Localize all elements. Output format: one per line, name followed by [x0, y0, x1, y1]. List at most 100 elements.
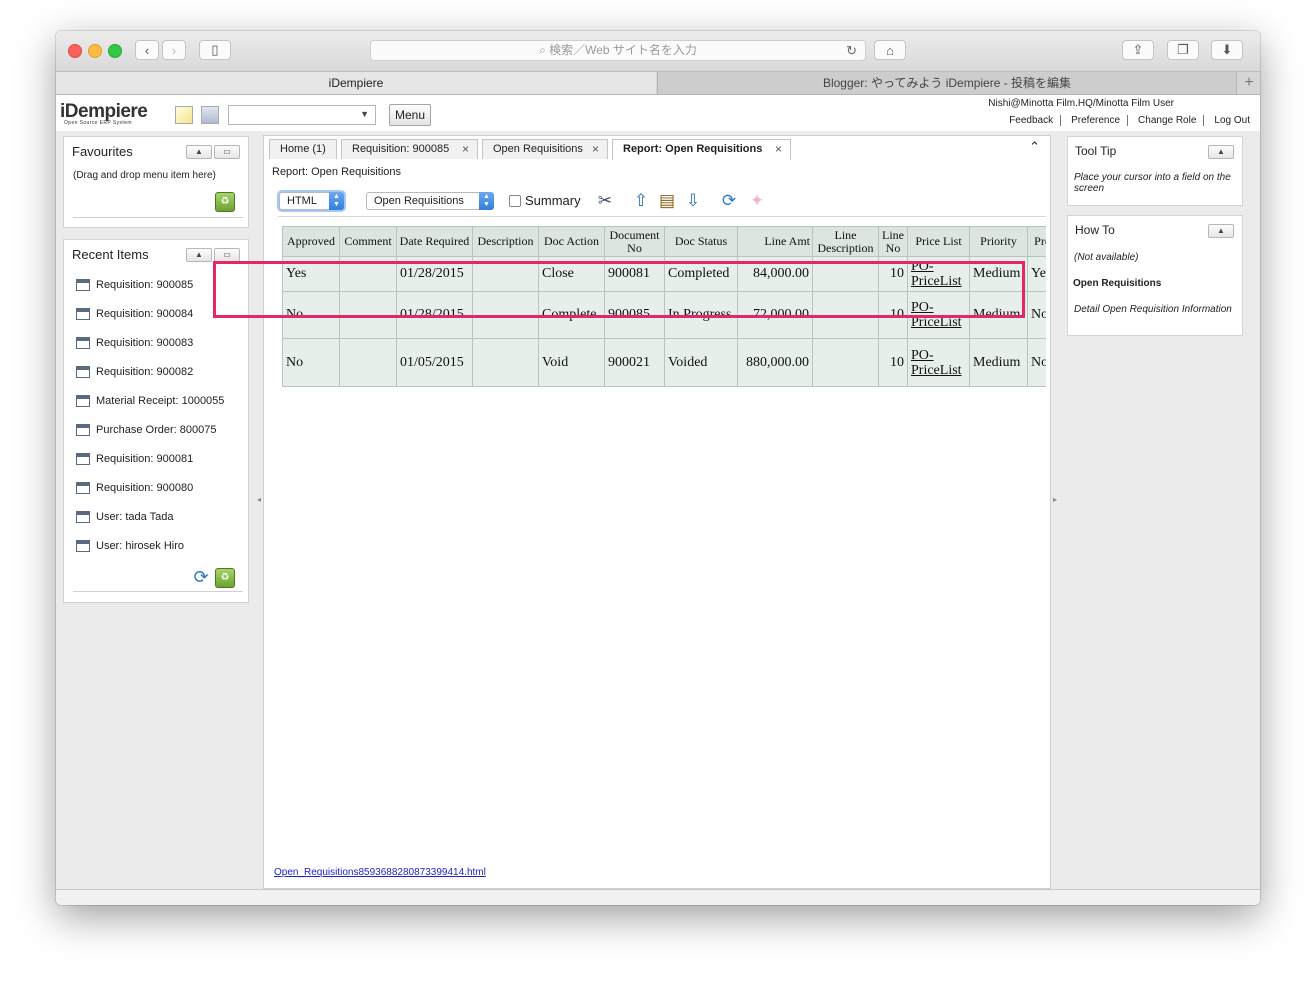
updown-icon: ▲ ▼: [329, 192, 344, 210]
recent-item[interactable]: Requisition: 900084: [76, 308, 193, 320]
change-role-link[interactable]: Change Role: [1128, 115, 1205, 126]
recent-item-label: Requisition: 900085: [96, 279, 194, 291]
recent-item-label: Requisition: 900081: [96, 453, 194, 465]
collapse-up-icon[interactable]: ▲: [1208, 145, 1234, 159]
open-folder-icon[interactable]: [201, 106, 219, 124]
recycle-bin-icon[interactable]: ♻: [215, 192, 235, 212]
browser-tab-blogger[interactable]: Blogger: やってみよう iDempiere - 投稿を編集: [657, 72, 1236, 94]
export-icon[interactable]: ⇩: [682, 190, 704, 212]
table-cell: Voided: [664, 338, 738, 387]
wakeup-icon[interactable]: ✦: [746, 190, 768, 212]
favourites-panel: Favourites ▲ ▭ (Drag and drop menu item …: [63, 136, 249, 228]
recent-item[interactable]: Material Receipt: 1000055: [76, 395, 224, 407]
close-icon[interactable]: ×: [462, 140, 469, 158]
table-cell: 01/28/2015: [396, 291, 473, 339]
archive-icon[interactable]: ▤: [656, 190, 678, 212]
collapse-up-icon[interactable]: ▲: [186, 145, 212, 159]
recent-item[interactable]: Requisition: 900085: [76, 279, 193, 291]
price-list-link[interactable]: PO-PriceList: [907, 338, 970, 387]
tab-home[interactable]: Home (1): [269, 139, 337, 159]
report-select[interactable]: Open Requisitions ▲ ▼: [366, 192, 494, 210]
close-icon[interactable]: ×: [592, 140, 599, 158]
browser-tabs: iDempiere Blogger: やってみよう iDempiere - 投稿…: [56, 72, 1260, 95]
new-record-icon[interactable]: [175, 106, 193, 124]
close-window-button[interactable]: [68, 44, 82, 58]
refresh-icon[interactable]: ⟳: [718, 190, 740, 212]
left-splitter-icon[interactable]: ◂: [257, 495, 261, 504]
browser-window: ‹ › ▯ ⌕ 検索／Web サイト名を入力 ↻ ⌂ ⇪ ❐ ⬇ iDempie…: [56, 31, 1260, 905]
table-cell: 900081: [604, 256, 665, 292]
zoom-across-icon[interactable]: ⇧: [630, 190, 652, 212]
tab-label: Report: Open Requisitions: [623, 143, 763, 155]
tab-open-requisitions[interactable]: Open Requisitions ×: [482, 139, 608, 159]
minimize-window-button[interactable]: [88, 44, 102, 58]
recent-item[interactable]: User: hirosek Hiro: [76, 540, 184, 552]
recent-item[interactable]: User: tada Tada: [76, 511, 173, 523]
table-cell: 900085: [604, 291, 665, 339]
zoom-window-button[interactable]: [108, 44, 122, 58]
downloads-button[interactable]: ⬇: [1211, 40, 1243, 60]
table-cell: No: [1027, 338, 1046, 387]
recent-item-label: User: hirosek Hiro: [96, 540, 185, 552]
browser-toolbar: ‹ › ▯ ⌕ 検索／Web サイト名を入力 ↻ ⌂ ⇪ ❐ ⬇: [56, 31, 1260, 72]
feedback-link[interactable]: Feedback: [999, 115, 1062, 126]
column-header: Doc Action: [538, 226, 605, 257]
preference-link[interactable]: Preference: [1061, 115, 1129, 126]
recent-item[interactable]: Requisition: 900082: [76, 366, 193, 378]
report-file-link[interactable]: Open_Requisitions8593688280873399414.htm…: [274, 867, 486, 878]
table-cell: Ye: [1027, 256, 1046, 292]
summary-checkbox[interactable]: Summary: [509, 193, 581, 208]
browser-tab-idempiere[interactable]: iDempiere: [56, 72, 656, 94]
refresh-icon[interactable]: ⟳: [191, 567, 211, 587]
table-cell: 10: [878, 338, 908, 387]
updown-icon: ▲ ▼: [479, 192, 494, 210]
maximize-icon[interactable]: ▭: [214, 248, 240, 262]
recent-item[interactable]: Requisition: 900081: [76, 453, 193, 465]
tooltip-title: Tool Tip: [1075, 144, 1117, 158]
recent-item[interactable]: Requisition: 900083: [76, 337, 193, 349]
close-icon[interactable]: ×: [775, 140, 782, 158]
table-cell: 72,000.00: [737, 291, 813, 339]
new-tab-button[interactable]: +: [1236, 72, 1260, 94]
column-header: Pro: [1027, 226, 1046, 257]
sidebar-toggle-button[interactable]: ▯: [199, 40, 231, 60]
back-button[interactable]: ‹: [135, 40, 159, 60]
price-list-link[interactable]: PO-PriceList: [907, 256, 970, 292]
global-search-select[interactable]: ▼: [228, 105, 376, 125]
share-button[interactable]: ⇪: [1122, 40, 1154, 60]
table-cell: 900021: [604, 338, 665, 387]
customize-tools-icon[interactable]: ✂: [594, 190, 616, 212]
logout-link[interactable]: Log Out: [1204, 115, 1250, 126]
recent-item[interactable]: Purchase Order: 800075: [76, 424, 216, 436]
tabs-overview-button[interactable]: ❐: [1167, 40, 1199, 60]
tab-requisition[interactable]: Requisition: 900085 ×: [341, 139, 478, 159]
format-value: HTML: [287, 195, 317, 207]
table-cell: In Progress: [664, 291, 738, 339]
collapse-icon[interactable]: ⌃: [1029, 139, 1040, 155]
report-title: Report: Open Requisitions: [272, 166, 402, 178]
column-header: Price List: [907, 226, 970, 257]
window-icon: [76, 337, 90, 349]
table-cell: Completed: [664, 256, 738, 292]
home-button[interactable]: ⌂: [874, 40, 906, 60]
address-bar[interactable]: ⌕ 検索／Web サイト名を入力 ↻: [370, 40, 866, 61]
price-list-link[interactable]: PO-PriceList: [907, 291, 970, 339]
tab-report-open-requisitions[interactable]: Report: Open Requisitions ×: [612, 139, 791, 160]
recent-item[interactable]: Requisition: 900080: [76, 482, 193, 494]
table-cell: Close: [538, 256, 605, 292]
right-splitter-icon[interactable]: ▸: [1053, 495, 1057, 504]
maximize-icon[interactable]: ▭: [214, 145, 240, 159]
download-icon: ⬇: [1221, 42, 1233, 57]
recycle-bin-icon[interactable]: ♻: [215, 568, 235, 588]
divider: [73, 591, 243, 592]
forward-button[interactable]: ›: [162, 40, 186, 60]
howto-heading: Open Requisitions: [1073, 278, 1162, 289]
menu-button[interactable]: Menu: [389, 104, 431, 126]
tab-label: Requisition: 900085: [352, 143, 450, 155]
reload-icon[interactable]: ↻: [846, 41, 857, 60]
format-select[interactable]: HTML ▲ ▼: [279, 192, 344, 210]
recent-item-label: Purchase Order: 800075: [96, 424, 217, 436]
collapse-up-icon[interactable]: ▲: [186, 248, 212, 262]
checkbox-icon[interactable]: [509, 194, 521, 207]
collapse-up-icon[interactable]: ▲: [1208, 224, 1234, 238]
